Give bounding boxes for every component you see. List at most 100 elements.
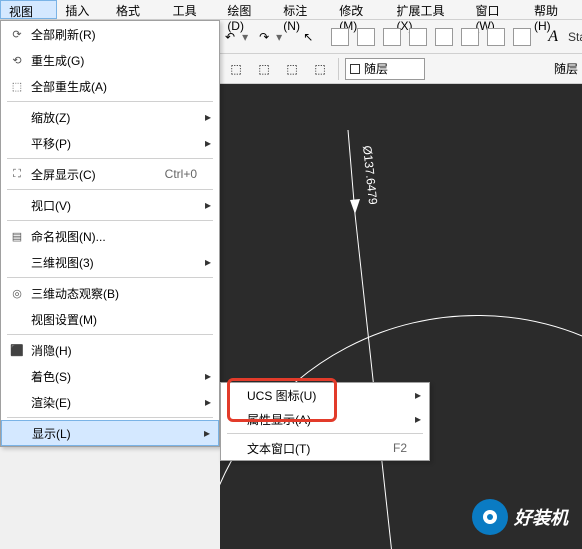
menu-item-icon: ⬚	[7, 78, 27, 94]
layer-name-2: 随层	[554, 60, 578, 77]
menu-item-label: 显示(L)	[28, 425, 196, 442]
submenu-arrow-icon: ▸	[201, 110, 211, 124]
menu-item-icon: ⟳	[7, 26, 27, 42]
submenu-item-3[interactable]: 文本窗口(T)F2	[221, 436, 429, 460]
menu-item-9[interactable]: 视口(V) ▸	[1, 192, 219, 218]
tool-icon-3[interactable]	[382, 25, 402, 49]
menu-view[interactable]: 视图(V)	[0, 0, 57, 19]
drawing-content: Ø137.6479	[220, 84, 582, 549]
layer-icon-1[interactable]: ⬚	[224, 57, 248, 81]
menu-item-icon	[7, 394, 27, 410]
menu-modify[interactable]: 修改(M)	[331, 0, 388, 19]
menu-item-icon	[7, 135, 27, 151]
menu-dimension[interactable]: 标注(N)	[275, 0, 331, 19]
dimension-text: Ø137.6479	[360, 145, 380, 206]
toolbar-2: ⬚ ⬚ ⬚ ⬚ 随层 随层	[220, 54, 582, 84]
menu-item-15[interactable]: 视图设置(M)	[1, 306, 219, 332]
menu-draw[interactable]: 绘图(D)	[219, 0, 275, 19]
menu-item-icon	[7, 197, 27, 213]
menu-item-icon	[7, 109, 27, 125]
menu-item-label: 视口(V)	[27, 197, 197, 214]
menu-item-21[interactable]: 显示(L) ▸	[1, 420, 219, 446]
layer-dropdown-label: 随层	[364, 60, 388, 77]
tool-icon-7[interactable]	[486, 25, 506, 49]
submenu-item-label: 文本窗口(T)	[247, 440, 393, 457]
tool-icon-6[interactable]	[460, 25, 480, 49]
submenu-item-label: 属性显示(A)	[247, 411, 407, 428]
menu-item-label: 渲染(E)	[27, 394, 197, 411]
menu-item-label: 命名视图(N)...	[27, 228, 197, 245]
menu-item-7[interactable]: ⛶全屏显示(C)Ctrl+0	[1, 161, 219, 187]
undo-icon[interactable]: ↶	[224, 25, 236, 49]
display-submenu: UCS 图标(U) ▸ 属性显示(A) ▸ 文本窗口(T)F2	[220, 382, 430, 461]
menu-item-icon: ◎	[7, 285, 27, 301]
menu-item-label: 全部重生成(A)	[27, 78, 197, 95]
submenu-arrow-icon: ▸	[411, 388, 421, 402]
menu-item-4[interactable]: 缩放(Z) ▸	[1, 104, 219, 130]
menu-item-1[interactable]: ⟲重生成(G)	[1, 47, 219, 73]
menu-item-12[interactable]: 三维视图(3) ▸	[1, 249, 219, 275]
submenu-arrow-icon: ▸	[201, 198, 211, 212]
watermark: 好装机	[472, 499, 568, 535]
menu-item-label: 全部刷新(R)	[27, 26, 197, 43]
menu-item-label: 平移(P)	[27, 135, 197, 152]
layer-icon-2[interactable]: ⬚	[252, 57, 276, 81]
tool-icon-8[interactable]	[512, 25, 532, 49]
text-style-icon[interactable]: A	[548, 28, 558, 46]
menu-item-icon	[7, 254, 27, 270]
menu-item-label: 着色(S)	[27, 368, 197, 385]
tool-icon-5[interactable]	[434, 25, 454, 49]
menu-item-icon	[7, 311, 27, 327]
menu-item-label: 三维动态观察(B)	[27, 285, 197, 302]
submenu-arrow-icon: ▸	[200, 426, 210, 440]
menu-item-icon: ▤	[7, 228, 27, 244]
menu-item-icon: ⬛	[7, 342, 27, 358]
menu-item-label: 全屏显示(C)	[27, 166, 165, 183]
drawing-canvas[interactable]: Ø137.6479	[220, 84, 582, 549]
menu-item-14[interactable]: ◎三维动态观察(B)	[1, 280, 219, 306]
menu-item-label: 消隐(H)	[27, 342, 197, 359]
menu-item-5[interactable]: 平移(P) ▸	[1, 130, 219, 156]
menubar: 视图(V) 插入(I) 格式(O) 工具(T) 绘图(D) 标注(N) 修改(M…	[0, 0, 582, 20]
menu-item-icon	[8, 425, 28, 441]
layer-color-swatch	[350, 64, 360, 74]
menu-item-label: 三维视图(3)	[27, 254, 197, 271]
menu-item-0[interactable]: ⟳全部刷新(R)	[1, 21, 219, 47]
menu-insert[interactable]: 插入(I)	[57, 0, 108, 19]
menu-item-19[interactable]: 渲染(E)▸	[1, 389, 219, 415]
cursor-icon[interactable]: ↖	[302, 25, 314, 49]
view-menu-dropdown: ⟳全部刷新(R)⟲重生成(G)⬚全部重生成(A)缩放(Z)▸平移(P)▸⛶全屏显…	[0, 20, 220, 447]
submenu-item-0[interactable]: UCS 图标(U) ▸	[221, 383, 429, 407]
submenu-item-label: UCS 图标(U)	[247, 387, 407, 404]
menu-item-label: 缩放(Z)	[27, 109, 197, 126]
menu-item-shortcut: Ctrl+0	[165, 167, 197, 181]
submenu-arrow-icon: ▸	[201, 136, 211, 150]
toolbar-1: ↶▾ ↷▾ ↖ A Stan	[220, 20, 582, 54]
submenu-arrow-icon: ▸	[201, 255, 211, 269]
tool-icon-1[interactable]	[330, 25, 350, 49]
submenu-item-1[interactable]: 属性显示(A) ▸	[221, 407, 429, 431]
menu-item-label: 视图设置(M)	[27, 311, 197, 328]
menu-tools[interactable]: 工具(T)	[165, 0, 220, 19]
menu-help[interactable]: 帮助(H)	[526, 0, 582, 19]
menu-item-11[interactable]: ▤命名视图(N)...	[1, 223, 219, 249]
menu-item-icon: ⛶	[7, 166, 27, 182]
menu-extra[interactable]: 扩展工具(X)	[389, 0, 468, 19]
submenu-arrow-icon: ▸	[411, 412, 421, 426]
tool-icon-4[interactable]	[408, 25, 428, 49]
menu-item-2[interactable]: ⬚全部重生成(A)	[1, 73, 219, 99]
menu-window[interactable]: 窗口(W)	[467, 0, 526, 19]
layer-icon-4[interactable]: ⬚	[308, 57, 332, 81]
style-name: Stan	[568, 30, 582, 44]
tool-icon-2[interactable]	[356, 25, 376, 49]
menu-item-17[interactable]: ⬛消隐(H)	[1, 337, 219, 363]
menu-format[interactable]: 格式(O)	[108, 0, 165, 19]
menu-item-label: 重生成(G)	[27, 52, 197, 69]
menu-item-icon	[7, 368, 27, 384]
layer-icon-3[interactable]: ⬚	[280, 57, 304, 81]
submenu-arrow-icon: ▸	[201, 369, 211, 383]
redo-icon[interactable]: ↷	[258, 25, 270, 49]
menu-item-18[interactable]: 着色(S) ▸	[1, 363, 219, 389]
watermark-logo-icon	[472, 499, 508, 535]
layer-dropdown[interactable]: 随层	[345, 58, 425, 80]
